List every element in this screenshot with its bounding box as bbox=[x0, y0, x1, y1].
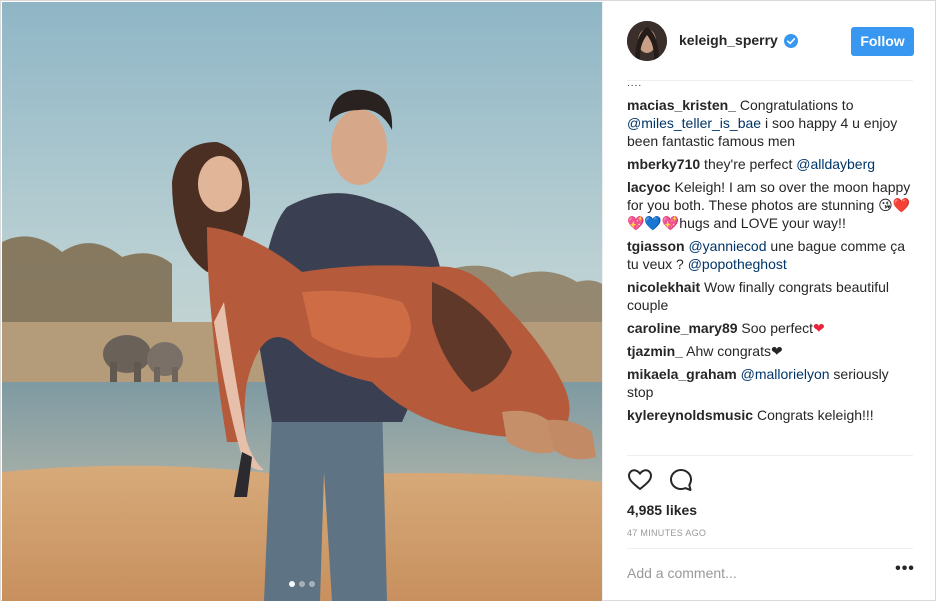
comment-username[interactable]: nicolekhait bbox=[627, 279, 700, 295]
carousel-dot[interactable] bbox=[289, 581, 295, 587]
comment-username[interactable]: tjazmin_ bbox=[627, 343, 683, 359]
comment-item: caroline_mary89 Soo perfect❤ bbox=[627, 319, 917, 337]
comment-text: Congratulations to bbox=[735, 97, 854, 113]
comment-item: nicolekhait Wow finally congrats beautif… bbox=[627, 278, 917, 314]
post-modal: keleigh_sperry Follow .... macias_kriste… bbox=[0, 0, 936, 601]
load-more-comments[interactable]: .... bbox=[627, 81, 917, 91]
comment-item: kylereynoldsmusic Congrats keleigh!!! bbox=[627, 406, 917, 424]
speech-bubble-icon[interactable] bbox=[668, 467, 694, 493]
mention-link[interactable]: @yanniecod bbox=[688, 238, 766, 254]
more-options-icon[interactable]: ••• bbox=[893, 561, 917, 580]
comment-username[interactable]: caroline_mary89 bbox=[627, 320, 738, 336]
post-photo[interactable] bbox=[2, 2, 602, 601]
comment-item: macias_kristen_ Congratulations to @mile… bbox=[627, 96, 917, 150]
comment-text: they're perfect bbox=[700, 156, 797, 172]
comment-item: mberky710 they're perfect @alldayberg bbox=[627, 155, 917, 173]
post-sidebar: keleigh_sperry Follow .... macias_kriste… bbox=[602, 2, 936, 601]
verified-badge-icon bbox=[784, 34, 798, 48]
add-comment-input[interactable] bbox=[627, 562, 877, 584]
comment-username[interactable]: mikaela_graham bbox=[627, 366, 737, 382]
comment-text: Soo perfect bbox=[737, 320, 814, 336]
comment-item: mikaela_graham @mallorielyon seriously s… bbox=[627, 365, 917, 401]
comment-username[interactable]: lacyoc bbox=[627, 179, 671, 195]
mention-link[interactable]: @miles_teller_is_bae bbox=[627, 115, 761, 131]
comment-username[interactable]: mberky710 bbox=[627, 156, 700, 172]
comment-item: lacyoc Keleigh! I am so over the moon ha… bbox=[627, 178, 917, 232]
comment-item: tjazmin_ Ahw congrats❤ bbox=[627, 342, 917, 360]
comments-divider bbox=[627, 455, 913, 456]
input-divider bbox=[627, 548, 913, 549]
carousel-indicator bbox=[2, 581, 602, 587]
likes-count[interactable]: 4,985 likes bbox=[627, 502, 697, 518]
post-author-username[interactable]: keleigh_sperry bbox=[679, 32, 778, 48]
safari-couple-image bbox=[2, 2, 602, 601]
comment-item: tgiasson @yanniecod une bague comme ça t… bbox=[627, 237, 917, 273]
post-header: keleigh_sperry Follow bbox=[603, 2, 936, 80]
comment-username[interactable]: tgiasson bbox=[627, 238, 685, 254]
post-timestamp[interactable]: 47 MINUTES AGO bbox=[627, 528, 706, 538]
mention-link[interactable]: @mallorielyon bbox=[741, 366, 830, 382]
comment-username[interactable]: kylereynoldsmusic bbox=[627, 407, 753, 423]
profile-photo-icon bbox=[627, 21, 667, 61]
comments-list: .... macias_kristen_ Congratulations to … bbox=[627, 81, 917, 453]
carousel-dot[interactable] bbox=[299, 581, 305, 587]
comment-text: Ahw congrats❤ bbox=[683, 343, 783, 359]
heart-outline-icon[interactable] bbox=[627, 467, 653, 493]
mention-link[interactable]: @alldayberg bbox=[796, 156, 875, 172]
heart-emoji: ❤ bbox=[813, 320, 825, 336]
comment-username[interactable]: macias_kristen_ bbox=[627, 97, 736, 113]
comment-text: Congrats keleigh!!! bbox=[753, 407, 874, 423]
avatar[interactable] bbox=[627, 21, 667, 61]
mention-link[interactable]: @popotheghost bbox=[688, 256, 787, 272]
follow-button[interactable]: Follow bbox=[851, 27, 914, 56]
carousel-dot[interactable] bbox=[309, 581, 315, 587]
